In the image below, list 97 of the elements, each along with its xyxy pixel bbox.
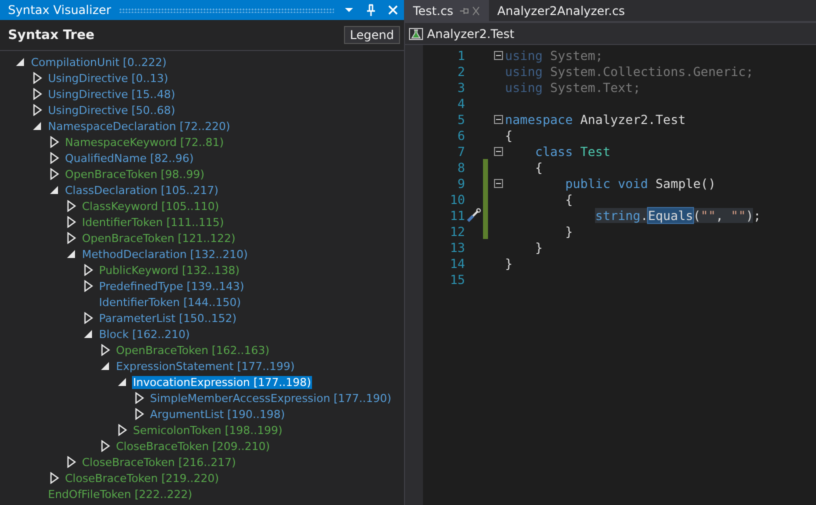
collapse-icon[interactable] bbox=[494, 114, 502, 124]
tree-item[interactable]: InvocationExpression [177..198) bbox=[132, 376, 312, 388]
collapsed-arrow-icon[interactable] bbox=[133, 408, 145, 420]
expanded-arrow-icon[interactable] bbox=[99, 360, 111, 372]
tree-item[interactable]: IdentifierToken [111..115) bbox=[81, 216, 225, 228]
collapsed-arrow-icon[interactable] bbox=[82, 312, 94, 324]
collapsed-arrow-icon[interactable] bbox=[48, 472, 60, 484]
navigation-bar[interactable]: Analyzer2.Test bbox=[427, 26, 514, 40]
line-number: 4 bbox=[456, 96, 465, 110]
flask-icon bbox=[409, 28, 423, 40]
code-line: public void Sample() bbox=[564, 176, 716, 190]
close-icon[interactable] bbox=[386, 3, 400, 17]
collapsed-arrow-icon[interactable] bbox=[48, 152, 60, 164]
pin-and-close-icon[interactable] bbox=[459, 6, 482, 16]
expanded-arrow-icon[interactable] bbox=[82, 328, 94, 340]
tree-item[interactable]: OpenBraceToken [98..99) bbox=[64, 168, 206, 180]
code-line: using System; bbox=[505, 48, 603, 62]
file-tab[interactable]: Analyzer2Analyzer.cs bbox=[489, 0, 633, 21]
code-line: { bbox=[534, 160, 543, 174]
tree-item[interactable]: PublicKeyword [132..138) bbox=[98, 264, 241, 276]
tree-item[interactable]: NamespaceDeclaration [72..220) bbox=[47, 120, 232, 132]
collapsed-arrow-icon[interactable] bbox=[31, 72, 43, 84]
line-number: 15 bbox=[448, 272, 465, 286]
line-number: 5 bbox=[456, 112, 465, 126]
tree-item[interactable]: OpenBraceToken [162..163) bbox=[115, 344, 270, 356]
tree-item[interactable]: MethodDeclaration [132..210) bbox=[81, 248, 249, 260]
tree-item[interactable]: IdentifierToken [144..150) bbox=[98, 296, 242, 308]
collapsed-arrow-icon[interactable] bbox=[65, 232, 77, 244]
tree-item[interactable]: Block [162..210) bbox=[98, 328, 191, 340]
collapsed-arrow-icon[interactable] bbox=[99, 440, 111, 452]
collapsed-arrow-icon[interactable] bbox=[65, 216, 77, 228]
tree-item[interactable]: PredefinedType [139..143) bbox=[98, 280, 246, 292]
line-number: 13 bbox=[448, 240, 465, 254]
collapsed-arrow-icon[interactable] bbox=[31, 104, 43, 116]
collapsed-arrow-icon[interactable] bbox=[48, 168, 60, 180]
tree-item[interactable]: QualifiedName [82..96) bbox=[64, 152, 195, 164]
line-number: 2 bbox=[456, 64, 465, 78]
line-number: 7 bbox=[456, 144, 465, 158]
collapsed-arrow-icon[interactable] bbox=[116, 424, 128, 436]
expanded-arrow-icon[interactable] bbox=[31, 120, 43, 132]
collapsed-arrow-icon[interactable] bbox=[65, 200, 77, 212]
tree-item[interactable]: EndOfFileToken [222..222) bbox=[47, 488, 194, 500]
code-line: } bbox=[564, 224, 573, 238]
panel-header: Syntax Tree bbox=[8, 28, 94, 42]
line-number: 14 bbox=[448, 256, 465, 270]
line-number: 3 bbox=[456, 80, 465, 94]
line-number: 6 bbox=[456, 128, 465, 142]
screwdriver-icon[interactable] bbox=[467, 208, 481, 222]
collapse-icon[interactable] bbox=[494, 146, 502, 156]
expanded-arrow-icon[interactable] bbox=[14, 56, 26, 68]
tree-item[interactable]: CompilationUnit [0..222) bbox=[30, 56, 168, 68]
code-line: using System.Collections.Generic; bbox=[505, 64, 754, 78]
file-tab[interactable]: Test.cs bbox=[405, 0, 490, 21]
expanded-arrow-icon[interactable] bbox=[48, 184, 60, 196]
line-number: 12 bbox=[448, 224, 465, 238]
collapsed-arrow-icon[interactable] bbox=[82, 280, 94, 292]
expanded-arrow-icon[interactable] bbox=[116, 376, 128, 388]
code-line: } bbox=[505, 256, 513, 270]
tree-item[interactable]: UsingDirective [0..13) bbox=[47, 72, 170, 84]
collapsed-arrow-icon[interactable] bbox=[48, 136, 60, 148]
tree-item[interactable]: UsingDirective [15..48) bbox=[47, 88, 176, 100]
collapse-icon[interactable] bbox=[494, 50, 502, 60]
tree-item[interactable]: ParameterList [150..152) bbox=[98, 312, 238, 324]
tree-item[interactable]: OpenBraceToken [121..122) bbox=[81, 232, 236, 244]
tree-item[interactable]: NamespaceKeyword [72..81) bbox=[64, 136, 225, 148]
tree-item[interactable]: ExpressionStatement [177..199) bbox=[115, 360, 296, 372]
window-title: Syntax Visualizer bbox=[8, 3, 112, 17]
code-line: namespace Analyzer2.Test bbox=[505, 112, 686, 126]
collapsed-arrow-icon[interactable] bbox=[133, 392, 145, 404]
line-number: 1 bbox=[456, 48, 465, 62]
tree-item[interactable]: ArgumentList [190..198) bbox=[149, 408, 286, 420]
code-line: using System.Text; bbox=[505, 80, 640, 94]
collapsed-arrow-icon[interactable] bbox=[31, 88, 43, 100]
tree-item[interactable]: CloseBraceToken [209..210) bbox=[115, 440, 271, 452]
code-line: } bbox=[534, 240, 543, 254]
legend-button[interactable]: Legend bbox=[344, 26, 400, 44]
code-line: class Test bbox=[534, 144, 610, 158]
line-number: 9 bbox=[456, 176, 465, 190]
tree-item[interactable]: ClassKeyword [105..110) bbox=[81, 200, 220, 212]
tree-item[interactable]: CloseBraceToken [219..220) bbox=[64, 472, 220, 484]
line-number: 10 bbox=[448, 192, 465, 206]
code-line: { bbox=[505, 128, 513, 142]
tree-item[interactable]: ClassDeclaration [105..217) bbox=[64, 184, 220, 196]
line-number: 8 bbox=[456, 160, 465, 174]
line-number: 11 bbox=[448, 208, 465, 222]
tree-item[interactable]: CloseBraceToken [216..217) bbox=[81, 456, 237, 468]
tree-item[interactable]: UsingDirective [50..68) bbox=[47, 104, 176, 116]
collapsed-arrow-icon[interactable] bbox=[99, 344, 111, 356]
code-line: { bbox=[564, 192, 573, 206]
collapse-icon[interactable] bbox=[494, 178, 502, 188]
expanded-arrow-icon[interactable] bbox=[65, 248, 77, 260]
tree-item[interactable]: SemicolonToken [198..199) bbox=[132, 424, 284, 436]
code-line: string.Equals("", ""); bbox=[594, 208, 761, 222]
collapsed-arrow-icon[interactable] bbox=[82, 264, 94, 276]
collapsed-arrow-icon[interactable] bbox=[65, 456, 77, 468]
pin-icon[interactable] bbox=[364, 3, 378, 17]
tree-item[interactable]: SimpleMemberAccessExpression [177..190) bbox=[149, 392, 392, 404]
